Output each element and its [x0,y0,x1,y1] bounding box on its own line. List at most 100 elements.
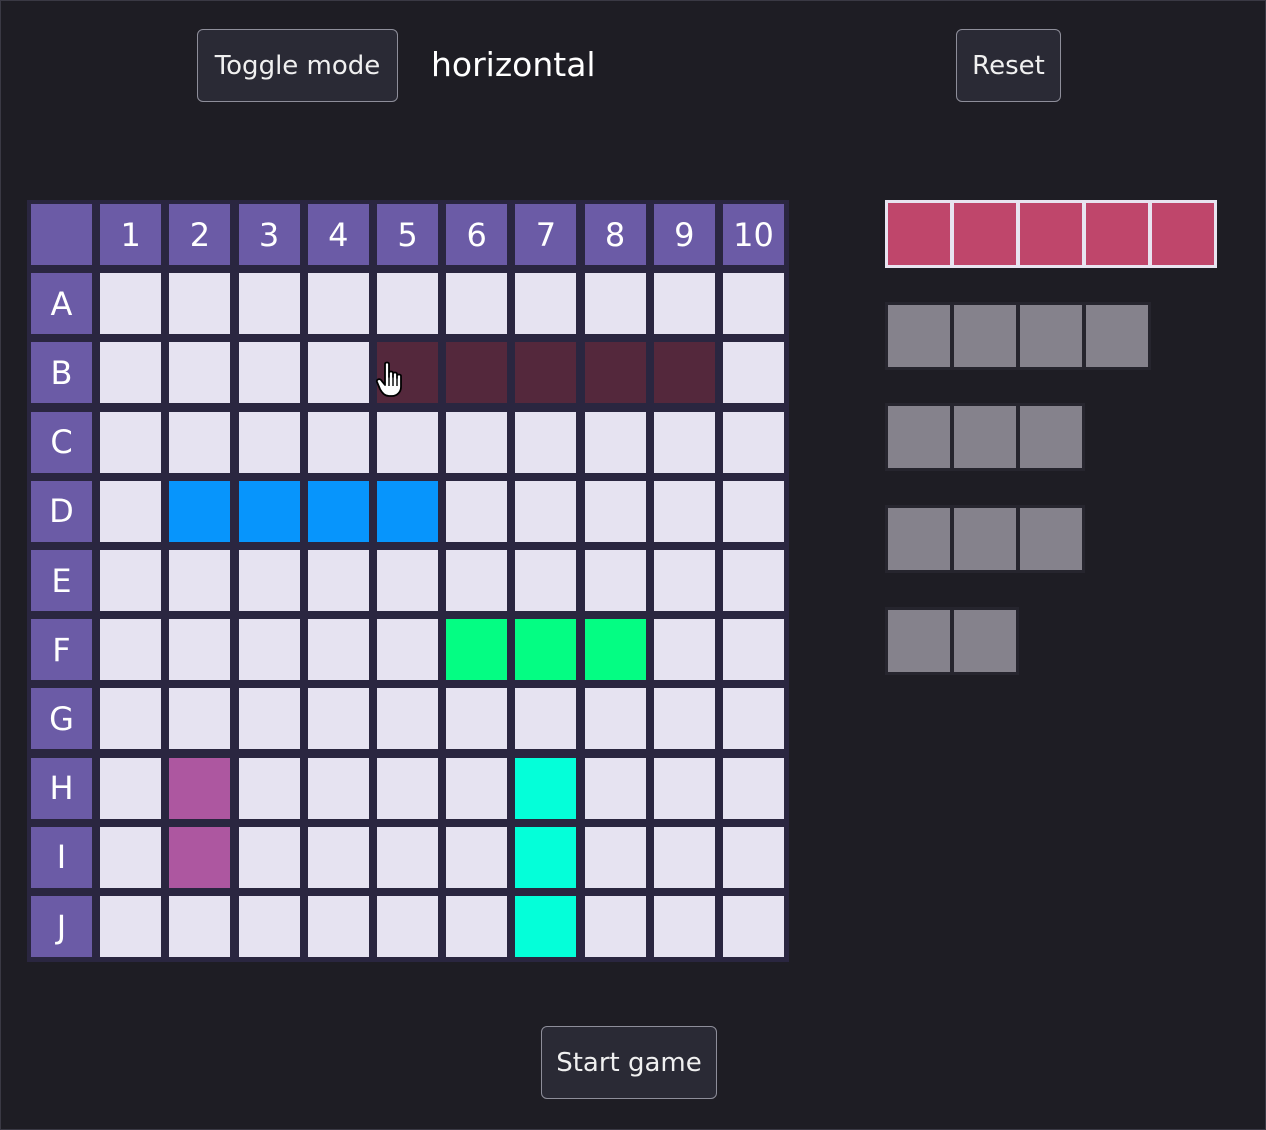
board-cell-F10[interactable] [723,619,784,681]
board-cell-B4[interactable] [307,342,369,404]
board-cell-J8[interactable] [584,896,646,957]
board-cell-D6[interactable] [446,480,508,542]
board-cell-A9[interactable] [653,273,715,335]
ship-cell-J7[interactable] [515,896,577,957]
ship-3-selector[interactable] [885,403,1085,471]
board-cell-J9[interactable] [653,896,715,957]
ship-cell-F8[interactable] [584,619,646,681]
board-cell-J3[interactable] [238,896,300,957]
board-cell-E5[interactable] [377,550,438,611]
board-cell-G3[interactable] [238,688,300,750]
ship-2-selector[interactable] [885,607,1019,675]
board-cell-G2[interactable] [169,688,231,750]
board-cell-H5[interactable] [377,757,438,819]
board-cell-E10[interactable] [723,550,784,611]
board-cell-H4[interactable] [307,757,369,819]
board-cell-C7[interactable] [515,411,577,473]
board-cell-F5[interactable] [377,619,438,681]
board-cell-A6[interactable] [446,273,508,335]
board-cell-A7[interactable] [515,273,577,335]
placement-preview-cell-B9[interactable] [653,342,715,404]
board-cell-H1[interactable] [100,757,162,819]
board-cell-H3[interactable] [238,757,300,819]
placement-preview-cell-B6[interactable] [446,342,508,404]
board-cell-J1[interactable] [100,896,162,957]
board-cell-A2[interactable] [169,273,231,335]
board-cell-A8[interactable] [584,273,646,335]
board-cell-B1[interactable] [100,342,162,404]
board-cell-G8[interactable] [584,688,646,750]
board-cell-E9[interactable] [653,550,715,611]
board-cell-B10[interactable] [723,342,784,404]
ship-cell-D5[interactable] [377,480,438,542]
board-cell-G1[interactable] [100,688,162,750]
board-cell-C8[interactable] [584,411,646,473]
board-cell-I10[interactable] [723,826,784,888]
board-cell-I1[interactable] [100,826,162,888]
board-cell-F1[interactable] [100,619,162,681]
board-cell-C6[interactable] [446,411,508,473]
board-cell-C3[interactable] [238,411,300,473]
board-cell-D8[interactable] [584,480,646,542]
board-cell-F4[interactable] [307,619,369,681]
board-cell-C1[interactable] [100,411,162,473]
placement-preview-cell-B7[interactable] [515,342,577,404]
board-cell-E4[interactable] [307,550,369,611]
ship-5-selector-selected[interactable] [885,200,1217,268]
board-cell-E7[interactable] [515,550,577,611]
start-game-button[interactable]: Start game [541,1026,717,1099]
board-cell-I8[interactable] [584,826,646,888]
ship-cell-D3[interactable] [238,480,300,542]
ship-3-selector[interactable] [885,505,1085,573]
board-cell-C5[interactable] [377,411,438,473]
ship-cell-H7[interactable] [515,757,577,819]
board-cell-J4[interactable] [307,896,369,957]
board-cell-I6[interactable] [446,826,508,888]
board-cell-F9[interactable] [653,619,715,681]
board-cell-J2[interactable] [169,896,231,957]
ship-cell-I2[interactable] [169,826,231,888]
board-cell-J10[interactable] [723,896,784,957]
board-cell-H9[interactable] [653,757,715,819]
board-cell-B2[interactable] [169,342,231,404]
placement-preview-cell-B8[interactable] [584,342,646,404]
board-cell-I3[interactable] [238,826,300,888]
board-cell-G4[interactable] [307,688,369,750]
reset-button[interactable]: Reset [956,29,1061,102]
ship-4-selector[interactable] [885,302,1151,370]
board-cell-G6[interactable] [446,688,508,750]
board-cell-D7[interactable] [515,480,577,542]
board-cell-G9[interactable] [653,688,715,750]
board-cell-A3[interactable] [238,273,300,335]
board-cell-E1[interactable] [100,550,162,611]
board-cell-I5[interactable] [377,826,438,888]
ship-cell-D4[interactable] [307,480,369,542]
board-cell-J5[interactable] [377,896,438,957]
board-cell-I9[interactable] [653,826,715,888]
board-cell-D9[interactable] [653,480,715,542]
board-cell-D10[interactable] [723,480,784,542]
board-cell-C2[interactable] [169,411,231,473]
board-cell-G10[interactable] [723,688,784,750]
board-cell-A5[interactable] [377,273,438,335]
board-cell-D1[interactable] [100,480,162,542]
board-cell-I4[interactable] [307,826,369,888]
board-cell-H6[interactable] [446,757,508,819]
ship-cell-H2[interactable] [169,757,231,819]
board-cell-B3[interactable] [238,342,300,404]
board-cell-E3[interactable] [238,550,300,611]
board-cell-E6[interactable] [446,550,508,611]
board-cell-A4[interactable] [307,273,369,335]
toggle-mode-button[interactable]: Toggle mode [197,29,398,102]
board-cell-H8[interactable] [584,757,646,819]
board-cell-C9[interactable] [653,411,715,473]
ship-cell-F6[interactable] [446,619,508,681]
board-cell-E8[interactable] [584,550,646,611]
board-cell-E2[interactable] [169,550,231,611]
board-cell-G5[interactable] [377,688,438,750]
board-cell-H10[interactable] [723,757,784,819]
ship-cell-F7[interactable] [515,619,577,681]
board-cell-F3[interactable] [238,619,300,681]
board-cell-A1[interactable] [100,273,162,335]
ship-cell-I7[interactable] [515,826,577,888]
